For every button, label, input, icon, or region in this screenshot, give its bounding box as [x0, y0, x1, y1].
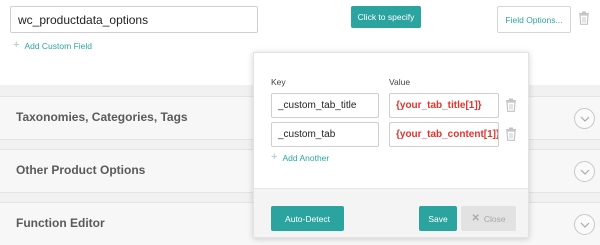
- close-button[interactable]: ✕ Close: [461, 206, 516, 231]
- field-name-input[interactable]: wc_productdata_options: [10, 6, 258, 33]
- plus-icon: +: [271, 151, 278, 163]
- section-title: Taxonomies, Categories, Tags: [16, 110, 188, 124]
- section-title: Function Editor: [16, 216, 105, 230]
- chevron-down-icon[interactable]: [574, 108, 595, 129]
- plus-icon: +: [13, 39, 20, 51]
- specify-popup: Key Value _custom_tab_title {your_tab_ti…: [253, 52, 529, 238]
- add-custom-field-link[interactable]: + Add Custom Field: [13, 40, 92, 51]
- close-label: Close: [483, 213, 506, 224]
- click-to-specify-button[interactable]: Click to specify: [351, 6, 421, 28]
- auto-detect-button[interactable]: Auto-Detect: [271, 206, 344, 231]
- chevron-down-icon[interactable]: [574, 214, 595, 235]
- trash-icon[interactable]: [505, 127, 517, 146]
- field-options-button[interactable]: Field Options...: [497, 6, 571, 33]
- trash-icon[interactable]: [578, 11, 590, 30]
- value-header: Value: [389, 77, 411, 87]
- add-another-link[interactable]: + Add Another: [271, 152, 329, 163]
- section-title: Other Product Options: [16, 163, 146, 177]
- trash-icon[interactable]: [505, 98, 517, 117]
- value-input[interactable]: {your_tab_content[1]}: [389, 122, 499, 147]
- close-icon: ✕: [471, 213, 480, 224]
- add-custom-field-label: Add Custom Field: [24, 40, 92, 51]
- key-input[interactable]: _custom_tab: [271, 122, 379, 147]
- key-header: Key: [271, 77, 286, 87]
- key-input[interactable]: _custom_tab_title: [271, 93, 379, 118]
- value-input[interactable]: {your_tab_title[1]}: [389, 93, 499, 118]
- add-another-label: Add Another: [282, 152, 330, 163]
- chevron-down-icon[interactable]: [574, 161, 595, 182]
- popup-footer: Auto-Detect Save ✕ Close: [254, 188, 528, 237]
- save-button[interactable]: Save: [419, 206, 457, 231]
